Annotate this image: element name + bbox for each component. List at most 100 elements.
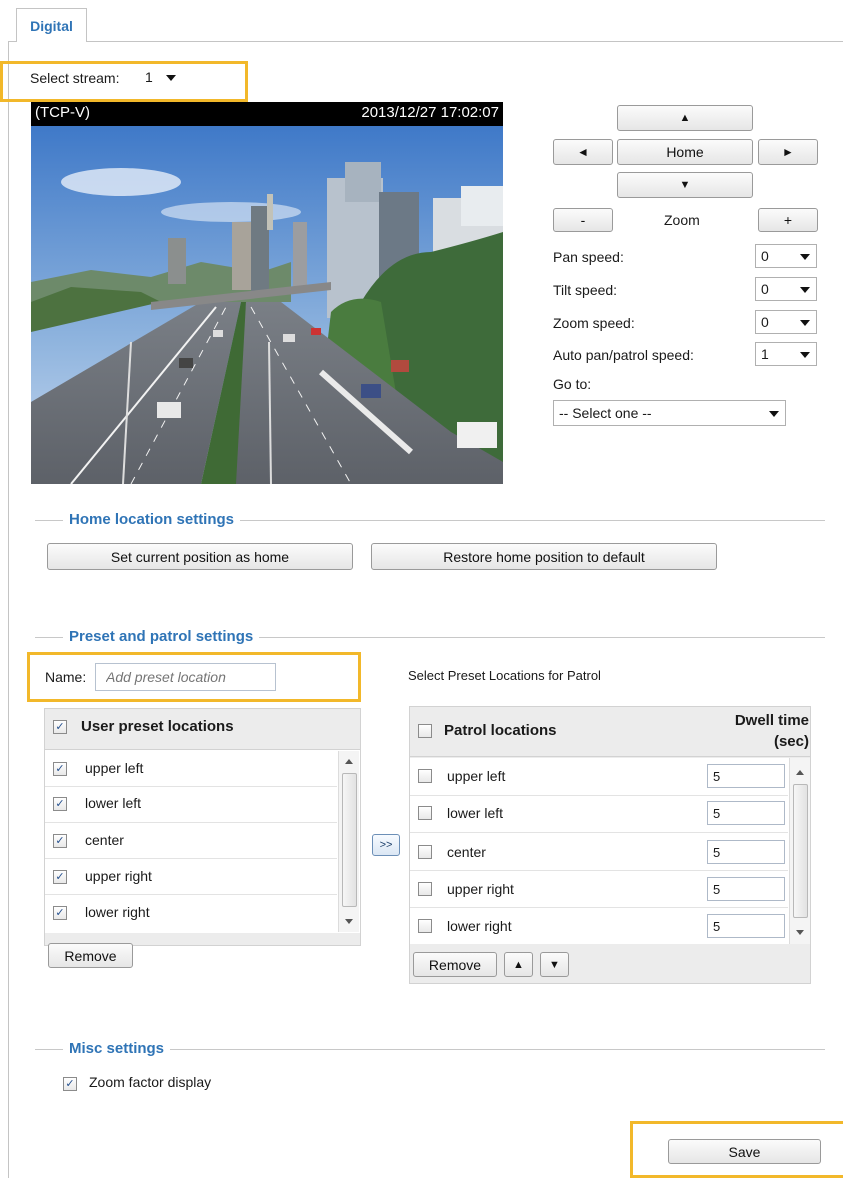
zoom-in-label: + xyxy=(783,212,793,228)
pan-right-button[interactable]: ► xyxy=(758,139,818,165)
user-preset-header-label: User preset locations xyxy=(81,718,234,735)
patrol-label: upper right xyxy=(447,881,514,897)
patrol-label: center xyxy=(447,844,486,860)
patrol-checkbox[interactable] xyxy=(418,769,432,783)
user-preset-list: ✓ upper left ✓ lower left ✓ center ✓ upp… xyxy=(45,751,360,934)
auto-pan-speed-value: 1 xyxy=(761,346,769,362)
video-viewport[interactable]: (TCP-V) 2013/12/27 17:02:07 xyxy=(31,102,503,484)
zoom-in-button[interactable]: + xyxy=(758,208,818,232)
user-preset-checkbox[interactable]: ✓ xyxy=(53,834,67,848)
video-timestamp: 2013/12/27 17:02:07 xyxy=(361,104,499,121)
scroll-thumb[interactable] xyxy=(342,773,357,907)
home-section-title: Home location settings xyxy=(63,511,241,528)
chevron-down-icon xyxy=(800,352,810,358)
dwell-time-input[interactable]: 5 xyxy=(707,840,785,864)
tilt-speed-label: Tilt speed: xyxy=(553,282,618,298)
user-preset-select-all-checkbox[interactable]: ✓ xyxy=(53,720,67,734)
highlight-save xyxy=(630,1121,843,1178)
zoom-factor-checkbox[interactable]: ✓ xyxy=(63,1077,77,1091)
remove-preset-button[interactable]: Remove xyxy=(48,943,133,968)
table-row[interactable]: center 5 xyxy=(410,833,788,870)
tab-digital-label: Digital xyxy=(30,17,73,34)
zoom-out-button[interactable]: - xyxy=(553,208,613,232)
remove-patrol-button[interactable]: Remove xyxy=(413,952,497,977)
patrol-label: lower right xyxy=(447,918,512,934)
tab-baseline xyxy=(8,41,16,42)
scroll-thumb[interactable] xyxy=(793,784,808,918)
user-preset-label: lower right xyxy=(85,904,150,920)
pan-speed-select[interactable]: 0 xyxy=(755,244,817,268)
scroll-up-icon xyxy=(796,770,804,775)
zoom-speed-value: 0 xyxy=(761,314,769,330)
scroll-up-icon xyxy=(345,759,353,764)
patrol-checkbox[interactable] xyxy=(418,806,432,820)
zoom-label: Zoom xyxy=(664,212,700,228)
patrol-scrollbar[interactable] xyxy=(789,758,810,944)
move-down-button[interactable]: ▼ xyxy=(540,952,569,977)
user-preset-label: center xyxy=(85,832,124,848)
user-preset-label: lower left xyxy=(85,795,142,811)
list-item[interactable]: ✓ lower right xyxy=(45,895,337,931)
chevron-down-icon xyxy=(800,287,810,293)
dwell-time-value: 5 xyxy=(713,805,721,821)
home-button[interactable]: Home xyxy=(617,139,753,165)
patrol-select-all-checkbox[interactable] xyxy=(418,724,432,738)
user-preset-checkbox[interactable]: ✓ xyxy=(53,762,67,776)
arrow-left-icon: ◄ xyxy=(577,145,589,159)
add-to-patrol-button[interactable]: >> xyxy=(372,834,400,856)
preset-section-title: Preset and patrol settings xyxy=(63,628,260,645)
patrol-label: upper left xyxy=(447,768,506,784)
arrow-down-icon: ▼ xyxy=(679,179,691,191)
auto-pan-speed-select[interactable]: 1 xyxy=(755,342,817,366)
table-row[interactable]: upper left 5 xyxy=(410,758,788,795)
chevron-down-icon xyxy=(800,254,810,260)
highlight-preset-name xyxy=(27,652,361,702)
zoom-out-label: - xyxy=(580,212,586,228)
patrol-checkbox[interactable] xyxy=(418,882,432,896)
user-preset-checkbox[interactable]: ✓ xyxy=(53,906,67,920)
video-protocol: (TCP-V) xyxy=(35,104,90,121)
dwell-time-value: 5 xyxy=(713,768,721,784)
table-row[interactable]: lower right 5 xyxy=(410,908,788,944)
live-video-image xyxy=(31,102,503,484)
patrol-checkbox[interactable] xyxy=(418,845,432,859)
zoom-factor-label: Zoom factor display xyxy=(89,1074,212,1090)
content-left-border xyxy=(8,41,9,1178)
pan-left-button[interactable]: ◄ xyxy=(553,139,613,165)
scroll-down-icon xyxy=(345,919,353,924)
table-row[interactable]: upper right 5 xyxy=(410,871,788,907)
dwell-time-input[interactable]: 5 xyxy=(707,801,785,825)
user-preset-checkbox[interactable]: ✓ xyxy=(53,870,67,884)
pan-speed-value: 0 xyxy=(761,248,769,264)
list-item[interactable]: ✓ center xyxy=(45,823,337,859)
dwell-time-value: 5 xyxy=(713,881,721,897)
patrol-label: lower left xyxy=(447,805,504,821)
zoom-speed-select[interactable]: 0 xyxy=(755,310,817,334)
tab-digital[interactable]: Digital xyxy=(16,8,87,42)
pan-speed-label: Pan speed: xyxy=(553,249,624,265)
move-up-button[interactable]: ▲ xyxy=(504,952,533,977)
dwell-time-input[interactable]: 5 xyxy=(707,877,785,901)
remove-preset-label: Remove xyxy=(64,947,117,964)
tilt-speed-select[interactable]: 0 xyxy=(755,277,817,301)
dwell-time-input[interactable]: 5 xyxy=(707,914,785,938)
tilt-down-button[interactable]: ▼ xyxy=(617,172,753,198)
set-home-button[interactable]: Set current position as home xyxy=(47,543,353,570)
tilt-up-button[interactable]: ▲ xyxy=(617,105,753,131)
patrol-caption: Select Preset Locations for Patrol xyxy=(408,668,601,683)
dwell-time-unit: (sec) xyxy=(773,733,809,750)
arrow-right-icon: ► xyxy=(782,145,794,159)
set-home-label: Set current position as home xyxy=(110,548,290,565)
list-item[interactable]: ✓ lower left xyxy=(45,787,337,823)
add-to-patrol-label: >> xyxy=(379,839,393,851)
tilt-speed-value: 0 xyxy=(761,281,769,297)
user-preset-scrollbar[interactable] xyxy=(338,751,359,932)
table-row[interactable]: lower left 5 xyxy=(410,796,788,832)
restore-home-button[interactable]: Restore home position to default xyxy=(371,543,717,570)
list-item[interactable]: ✓ upper right xyxy=(45,859,337,895)
patrol-checkbox[interactable] xyxy=(418,919,432,933)
goto-select[interactable]: -- Select one -- xyxy=(553,400,786,426)
user-preset-checkbox[interactable]: ✓ xyxy=(53,797,67,811)
dwell-time-input[interactable]: 5 xyxy=(707,764,785,788)
list-item[interactable]: ✓ upper left xyxy=(45,751,337,787)
